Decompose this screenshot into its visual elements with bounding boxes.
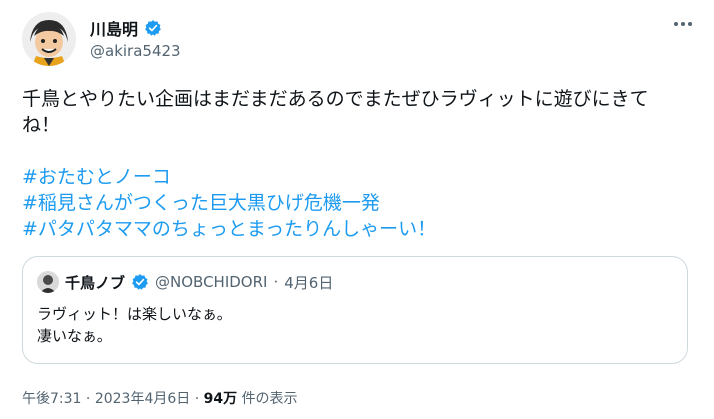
author-avatar[interactable] (22, 12, 76, 66)
author-display-name[interactable]: 川島明 (90, 16, 138, 40)
hashtag-link[interactable]: #パタパタママのちょっとまったりんしゃーい！ (22, 216, 698, 242)
avatar-illustration-icon (22, 12, 76, 66)
tweet-date[interactable]: 2023年4月6日 (95, 391, 190, 407)
hashtag-link[interactable]: #おたむとノーコ (22, 164, 698, 190)
quoted-avatar-photo-icon (37, 271, 59, 293)
author-handle[interactable]: @akira5423 (90, 42, 181, 60)
tweet-card: 川島明 @akira5423 千鳥とやりたい企画はまだまだあるのでまたぜひラヴィ… (0, 0, 714, 419)
quoted-tweet-text: ラヴィット！は楽しいなぁ。 凄いなぁ。 (37, 303, 232, 347)
quoted-text-line: ラヴィット！は楽しいなぁ。 (37, 305, 232, 323)
hashtag-link[interactable]: #稲見さんがつくった巨大黒ひげ危機一発 (22, 190, 698, 216)
tweet-text: 千鳥とやりたい企画はまだまだあるのでまたぜひラヴィットに遊びにきて ね！ #おた… (22, 86, 698, 242)
quoted-tweet-header: 千鳥ノブ @NOBCHIDORI · 4月6日 (37, 271, 333, 293)
views-label: 件の表示 (241, 391, 298, 407)
quoted-text-line: 凄いなぁ。 (37, 327, 112, 345)
quoted-date[interactable]: 4月6日 (284, 272, 333, 293)
quoted-author-name[interactable]: 千鳥ノブ (65, 272, 125, 293)
verified-badge-icon (144, 19, 162, 37)
views-count: 94万 (203, 391, 238, 407)
quoted-author-avatar[interactable] (37, 271, 59, 293)
author-name-row: 川島明 (90, 16, 162, 40)
meta-separator: · (194, 391, 200, 407)
tweet-text-line: 千鳥とやりたい企画はまだまだあるのでまたぜひラヴィットに遊びにきて (22, 88, 649, 110)
tweet-meta: 午後7:31 · 2023年4月6日 · 94万 件の表示 (22, 388, 298, 408)
tweet-text-line: ね！ (22, 114, 61, 136)
quoted-author-handle[interactable]: @NOBCHIDORI (155, 273, 267, 291)
meta-separator: · (85, 391, 91, 407)
verified-badge-icon (131, 273, 149, 291)
quoted-separator: · (273, 273, 279, 291)
tweet-time[interactable]: 午後7:31 (22, 391, 81, 407)
quoted-tweet-card[interactable]: 千鳥ノブ @NOBCHIDORI · 4月6日 ラヴィット！は楽しいなぁ。 凄い… (22, 256, 688, 364)
more-options-icon[interactable] (668, 12, 698, 36)
